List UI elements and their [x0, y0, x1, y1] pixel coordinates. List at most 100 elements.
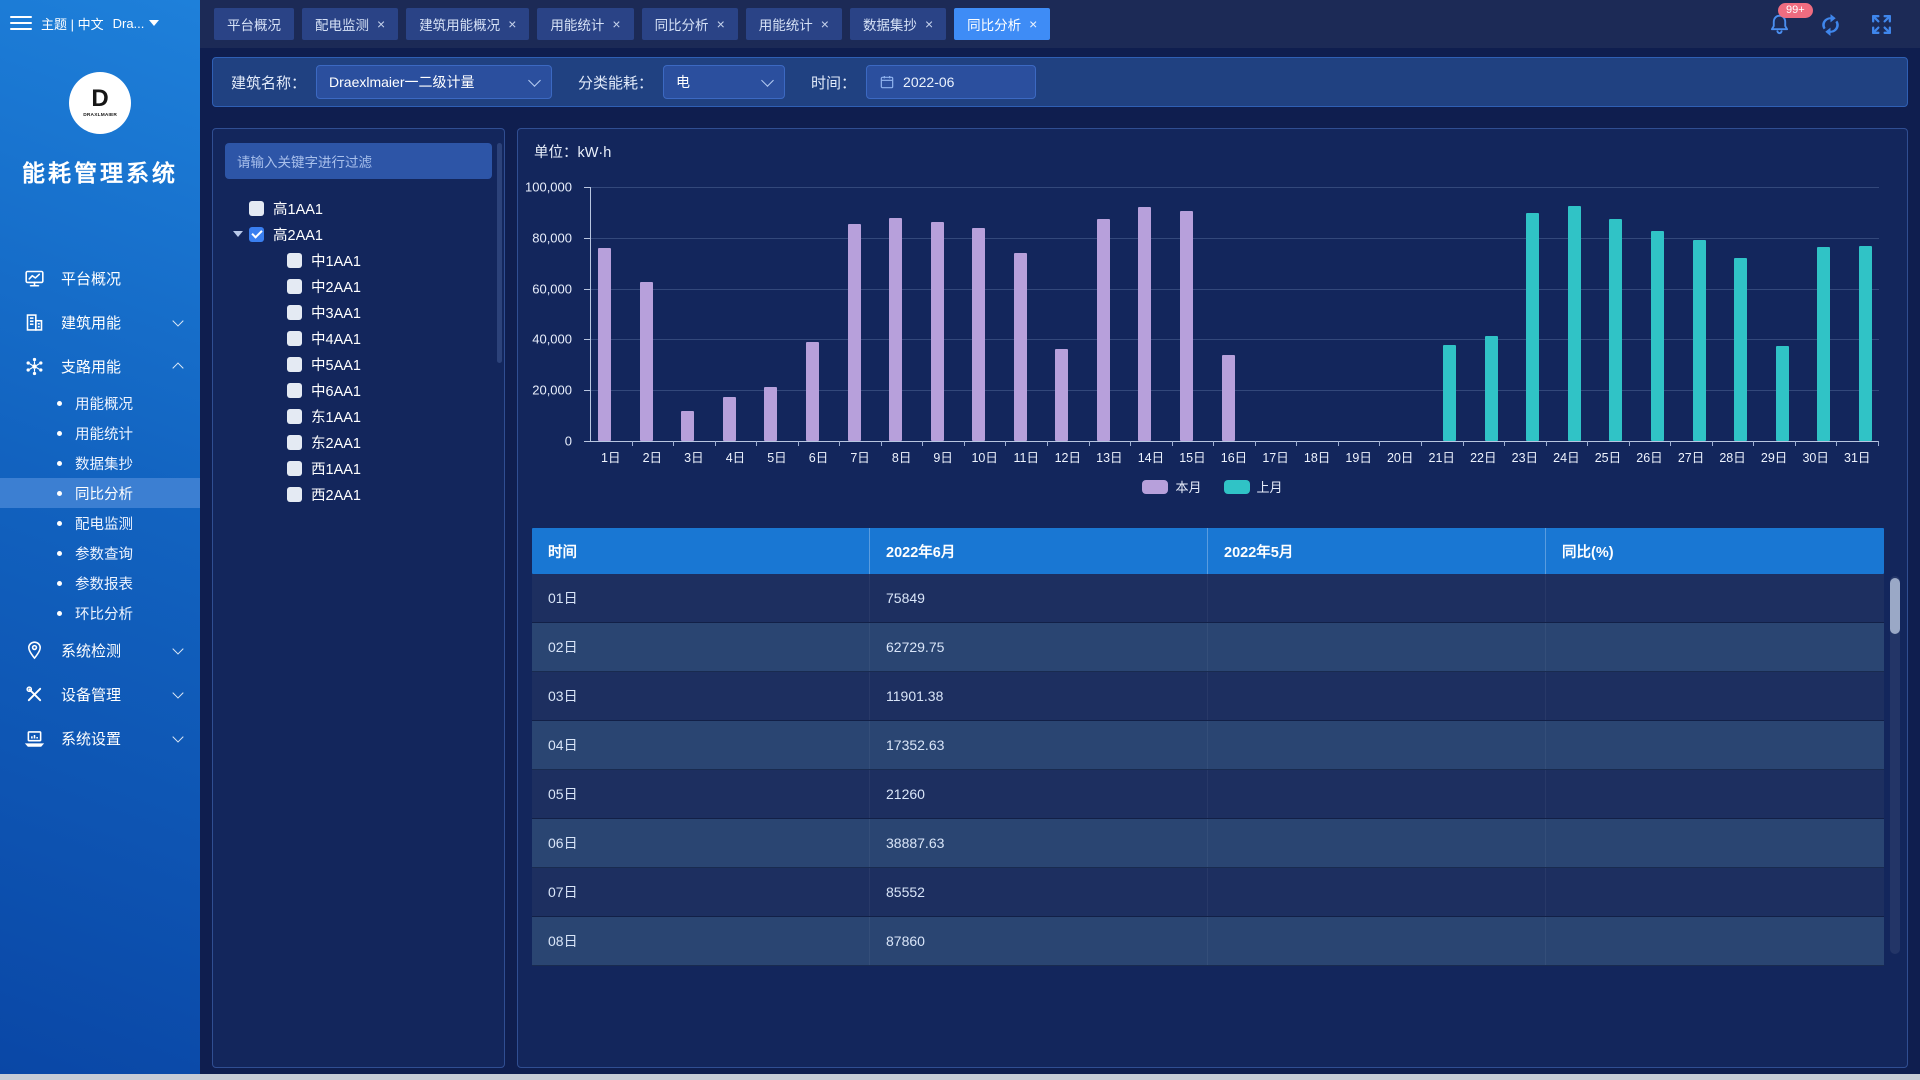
date-picker-input[interactable]: 2022-06: [866, 65, 1036, 99]
sidebar-subitem-label: 参数报表: [75, 573, 133, 594]
bar-上月-26日: [1651, 231, 1664, 441]
chevron-down-icon: [172, 731, 183, 742]
filter-bar: 建筑名称： Draexlmaier一二级计量 分类能耗： 电 时间： 2022-…: [212, 57, 1908, 107]
sidebar-subitem-label: 用能统计: [75, 423, 133, 444]
tree-node-高2AA1[interactable]: 高2AA1: [225, 221, 492, 247]
tree-node-中3AA1[interactable]: 中3AA1: [225, 299, 492, 325]
checkbox[interactable]: [287, 461, 302, 476]
table-scrollbar-thumb[interactable]: [1890, 578, 1900, 634]
tree-node-中6AA1[interactable]: 中6AA1: [225, 377, 492, 403]
sidebar-item-3[interactable]: 系统检测: [0, 628, 200, 672]
tree-node-中1AA1[interactable]: 中1AA1: [225, 247, 492, 273]
tab-建筑用能概况[interactable]: 建筑用能概况×: [406, 8, 529, 40]
chevron-down-icon: [172, 687, 183, 698]
sidebar-subitem-参数查询[interactable]: 参数查询: [0, 538, 200, 568]
legend-item-本月[interactable]: 本月: [1142, 477, 1201, 496]
logo-letter: D: [91, 88, 108, 110]
tab-同比分析[interactable]: 同比分析×: [642, 8, 738, 40]
window-bottom-edge: [0, 1074, 1920, 1080]
legend-item-上月[interactable]: 上月: [1224, 477, 1283, 496]
sidebar-subitem-参数报表[interactable]: 参数报表: [0, 568, 200, 598]
tab-数据集抄[interactable]: 数据集抄×: [850, 8, 946, 40]
x-axis-tick: [673, 441, 674, 446]
laptop-icon: [24, 728, 45, 749]
checkbox[interactable]: [287, 279, 302, 294]
building-icon: [24, 312, 45, 333]
tree-node-东2AA1[interactable]: 东2AA1: [225, 429, 492, 455]
checkbox[interactable]: [287, 435, 302, 450]
tree-node-label: 中4AA1: [311, 328, 361, 349]
tab-用能统计[interactable]: 用能统计×: [537, 8, 633, 40]
tree-panel: 请输入关键字进行过滤 高1AA1高2AA1中1AA1中2AA1中3AA1 中4AA…: [212, 128, 505, 1068]
refresh-icon[interactable]: [1818, 12, 1843, 37]
checkbox[interactable]: [287, 253, 302, 268]
energy-type-select[interactable]: 电: [663, 65, 785, 99]
bar-本月-5日: [764, 387, 777, 441]
checkbox[interactable]: [287, 383, 302, 398]
sidebar-subitem-label: 参数查询: [75, 543, 133, 564]
bar-本月-1日: [598, 248, 611, 441]
x-axis-tick: [1670, 441, 1671, 446]
x-axis-tick-label: 13日: [1089, 447, 1131, 466]
table-scrollbar[interactable]: [1890, 576, 1900, 954]
sidebar-item-2[interactable]: 支路用能: [0, 344, 200, 388]
checkbox[interactable]: [249, 201, 264, 216]
bar-本月-10日: [972, 228, 985, 441]
tree-node-西1AA1[interactable]: 西1AA1: [225, 455, 492, 481]
tab-平台概况[interactable]: 平台概况: [214, 8, 294, 40]
theme-language-label[interactable]: 主题 | 中文: [41, 14, 104, 33]
tree-node-中5AA1[interactable]: 中5AA1: [225, 351, 492, 377]
building-select[interactable]: Draexlmaier一二级计量: [316, 65, 552, 99]
checkbox[interactable]: [287, 331, 302, 346]
hamburger-menu-icon[interactable]: [10, 16, 32, 31]
sidebar-subitem-配电监测[interactable]: 配电监测: [0, 508, 200, 538]
tree-node-中2AA1[interactable]: 中2AA1: [225, 273, 492, 299]
x-axis-tick-label: 21日: [1421, 447, 1463, 466]
tree-caret-icon[interactable]: [233, 231, 249, 237]
tree-node-中4AA1[interactable]: 中4AA1: [225, 325, 492, 351]
tab-用能统计[interactable]: 用能统计×: [746, 8, 842, 40]
sidebar-subitem-环比分析[interactable]: 环比分析: [0, 598, 200, 628]
x-axis-tick-label: 31日: [1836, 447, 1878, 466]
y-axis-tick-label: 40,000: [532, 332, 572, 347]
close-icon[interactable]: ×: [1029, 16, 1037, 32]
tab-配电监测[interactable]: 配电监测×: [302, 8, 398, 40]
tree-node-高1AA1[interactable]: 高1AA1: [225, 195, 492, 221]
checkbox[interactable]: [249, 227, 264, 242]
close-icon[interactable]: ×: [925, 16, 933, 32]
tree-scrollbar[interactable]: [497, 143, 502, 363]
checkbox[interactable]: [287, 357, 302, 372]
x-axis-tick-label: 16日: [1213, 447, 1255, 466]
company-logo: D DRAXLMAIER: [69, 72, 131, 134]
checkbox[interactable]: [287, 487, 302, 502]
table-header-row: 时间2022年6月2022年5月同比(%): [532, 528, 1884, 574]
sidebar-subitem-用能概况[interactable]: 用能概况: [0, 388, 200, 418]
close-icon[interactable]: ×: [377, 16, 385, 32]
checkbox[interactable]: [287, 305, 302, 320]
sidebar-subitem-用能统计[interactable]: 用能统计: [0, 418, 200, 448]
sidebar-subitem-数据集抄[interactable]: 数据集抄: [0, 448, 200, 478]
sidebar-item-5[interactable]: 系统设置: [0, 716, 200, 760]
x-axis-tick: [1421, 441, 1422, 446]
fullscreen-icon[interactable]: [1869, 12, 1894, 37]
app-title: 能耗管理系统: [0, 154, 200, 188]
tree-node-东1AA1[interactable]: 东1AA1: [225, 403, 492, 429]
sidebar-item-1[interactable]: 建筑用能: [0, 300, 200, 344]
notification-bell-icon[interactable]: 99+: [1767, 12, 1792, 37]
x-axis-tick: [798, 441, 799, 446]
sidebar-item-0[interactable]: 平台概况: [0, 256, 200, 300]
close-icon[interactable]: ×: [508, 16, 516, 32]
close-icon[interactable]: ×: [821, 16, 829, 32]
tree-node-label: 西2AA1: [311, 484, 361, 505]
profile-selector[interactable]: Dra...: [113, 16, 160, 31]
sidebar-subitem-同比分析[interactable]: 同比分析: [0, 478, 200, 508]
chart-legend: 本月 上月: [518, 477, 1907, 496]
tree-search-input[interactable]: 请输入关键字进行过滤: [225, 143, 492, 179]
chart-plot: [590, 187, 1879, 442]
close-icon[interactable]: ×: [612, 16, 620, 32]
sidebar-item-4[interactable]: 设备管理: [0, 672, 200, 716]
close-icon[interactable]: ×: [717, 16, 725, 32]
tree-node-西2AA1[interactable]: 西2AA1: [225, 481, 492, 507]
tab-同比分析[interactable]: 同比分析×: [954, 8, 1050, 40]
checkbox[interactable]: [287, 409, 302, 424]
